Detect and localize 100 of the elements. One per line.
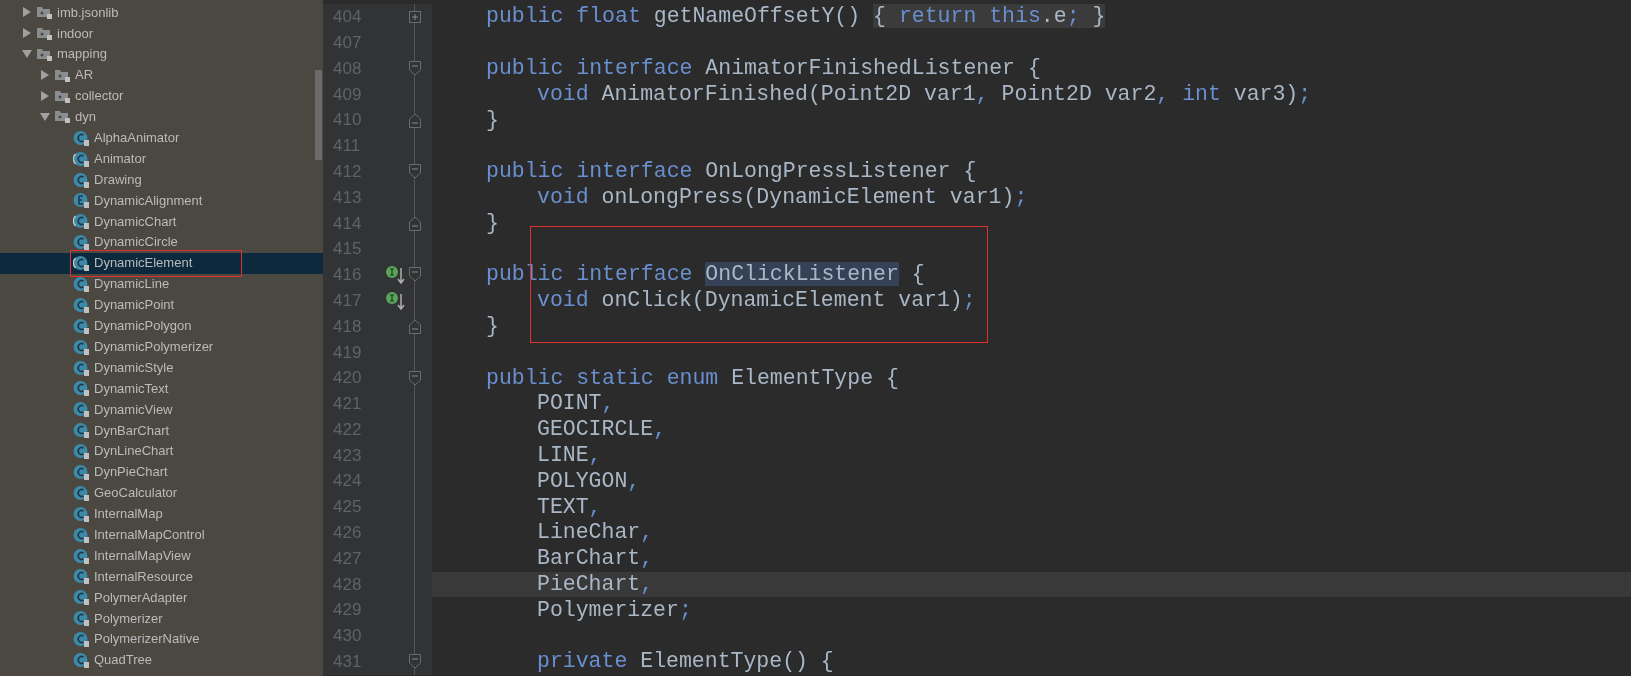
tree-item[interactable]: DynamicAlignment	[0, 190, 323, 211]
code-line: public static enum ElementType {	[486, 365, 899, 391]
tree-item[interactable]: InternalResource	[0, 566, 323, 587]
class-icon	[73, 652, 89, 669]
expand-arrow-icon[interactable]	[40, 70, 50, 81]
tree-item[interactable]: GeoCalculator	[0, 482, 323, 504]
code-line: POINT,	[537, 391, 615, 417]
implemented-icon[interactable]	[385, 290, 405, 311]
tree-item[interactable]: DynamicLine	[0, 273, 323, 295]
tree-item[interactable]: DynamicChart	[0, 210, 323, 232]
tree-item[interactable]: indoor	[0, 22, 323, 44]
class-icon	[73, 610, 89, 627]
class-icon	[73, 276, 89, 292]
abstract-class-icon	[73, 150, 89, 167]
code-line: LINE,	[537, 442, 602, 468]
expand-arrow-icon[interactable]	[40, 91, 50, 101]
code-line: Polymerizer;	[537, 597, 692, 623]
abstract-class-icon	[73, 213, 89, 230]
class-icon	[73, 129, 89, 146]
tree-item[interactable]: PolymerAdapter	[0, 586, 323, 608]
tree-item[interactable]: DynamicPolygon	[0, 315, 323, 337]
tree-item[interactable]: AlphaAnimator	[0, 127, 323, 149]
tree-item[interactable]: DynamicPolymerizer	[0, 336, 323, 358]
tree-item[interactable]: DynamicCircle	[0, 231, 323, 253]
code-line: LineChar,	[537, 520, 654, 546]
tree-item[interactable]: DynBarChart	[0, 419, 323, 441]
tree-item[interactable]: Polymerizer	[0, 607, 323, 629]
code-line: public interface AnimatorFinishedListener {	[486, 56, 1041, 81]
tree-item[interactable]: DynamicStyle	[0, 357, 323, 379]
class-icon	[73, 464, 89, 481]
tree-item[interactable]: InternalMap	[0, 503, 323, 525]
tree-item[interactable]: mapping	[0, 43, 323, 65]
folder-icon	[55, 110, 70, 124]
tree-item[interactable]: PolymerizerNative	[0, 628, 323, 650]
class-icon	[73, 171, 89, 188]
tree-item[interactable]: DynamicView	[0, 398, 323, 420]
code-line: BarChart,	[537, 546, 654, 572]
class-icon	[73, 505, 89, 522]
code-line: void AnimatorFinished(Point2D var1, Point2D var2, int var3);	[537, 81, 1312, 107]
tree-item[interactable]: DynamicPoint	[0, 294, 323, 316]
code-line: private ElementType() {	[537, 649, 834, 675]
tree-item[interactable]: DynamicText	[0, 378, 323, 399]
expand-arrow-icon[interactable]	[22, 28, 32, 39]
expand-fold-icon[interactable]	[409, 10, 421, 23]
collapse-fold-icon[interactable]	[409, 164, 421, 180]
collapse-fold-icon[interactable]	[409, 215, 421, 231]
class-icon	[73, 338, 89, 355]
code-line: public float getNameOffsetY() { return this.e; }	[486, 4, 1106, 30]
enum-icon	[73, 192, 89, 209]
collapse-fold-icon[interactable]	[409, 318, 421, 334]
class-icon	[73, 401, 89, 418]
code-line: }	[486, 107, 499, 133]
code-line: void onLongPress(DynamicElement var1);	[537, 184, 1028, 210]
collapse-fold-icon[interactable]	[409, 654, 421, 670]
class-icon	[73, 380, 89, 397]
tree-item[interactable]: DynPieChart	[0, 461, 323, 483]
collapse-arrow-icon[interactable]	[40, 111, 50, 122]
tree-item[interactable]: AR	[0, 64, 323, 86]
collapse-fold-icon[interactable]	[409, 267, 421, 283]
folder-icon	[55, 89, 70, 103]
class-icon	[73, 526, 89, 543]
class-icon	[73, 296, 89, 313]
collapse-fold-icon[interactable]	[409, 370, 421, 386]
expand-arrow-icon[interactable]	[22, 7, 32, 18]
code-line: public interface OnLongPressListener {	[486, 159, 977, 185]
code-line: void onClick(DynamicElement var1);	[537, 288, 976, 314]
code-line: POLYGON,	[537, 468, 641, 494]
folder-icon	[37, 5, 52, 19]
code-line: }	[486, 210, 499, 236]
code-line: PieChart,	[537, 571, 654, 597]
class-icon	[73, 234, 89, 251]
collapse-arrow-icon[interactable]	[22, 49, 32, 60]
implemented-icon[interactable]	[385, 264, 405, 285]
scrollbar-thumb[interactable]	[315, 70, 322, 160]
collapse-fold-icon[interactable]	[409, 112, 421, 128]
folder-icon	[37, 47, 52, 61]
tree-item[interactable]: dyn	[0, 106, 323, 128]
class-icon	[73, 589, 89, 606]
tree-item[interactable]: Animator	[0, 148, 323, 170]
class-icon	[73, 443, 89, 460]
collapse-fold-icon[interactable]	[409, 61, 421, 76]
tree-item[interactable]: InternalMapView	[0, 545, 323, 567]
class-icon	[73, 359, 89, 376]
class-icon	[73, 568, 89, 585]
tree-item[interactable]: imb.jsonlib	[0, 2, 323, 23]
tree-item[interactable]: QuadTree	[0, 649, 323, 671]
code-line: }	[486, 313, 499, 339]
class-icon	[73, 547, 89, 564]
code-line: GEOCIRCLE,	[537, 417, 667, 443]
class-icon	[73, 317, 89, 334]
tree-item[interactable]: collector	[0, 85, 323, 107]
code-line: TEXT,	[537, 494, 602, 520]
tree-item[interactable]: InternalMapControl	[0, 524, 323, 546]
class-icon	[73, 422, 89, 439]
folder-icon	[55, 68, 70, 82]
class-icon	[73, 631, 89, 648]
folder-icon	[37, 26, 52, 40]
tree-item[interactable]: Drawing	[0, 169, 323, 190]
tree-item[interactable]: DynLineChart	[0, 440, 323, 462]
tree-item[interactable]: DynamicElement	[0, 252, 323, 274]
